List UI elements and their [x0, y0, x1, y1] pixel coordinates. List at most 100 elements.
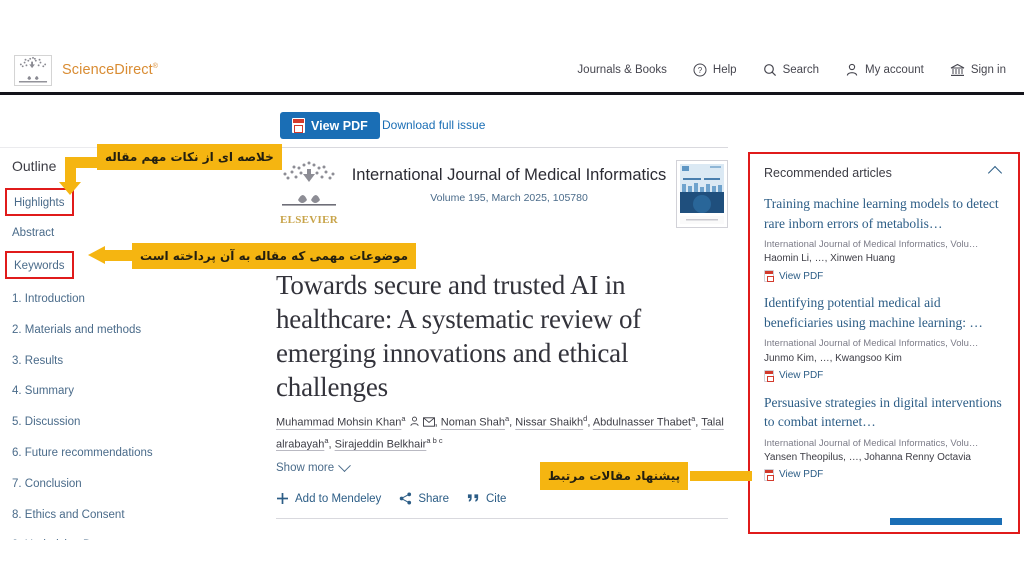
nav-search-label: Search: [782, 64, 820, 76]
recommended-article-source: International Journal of Medical Informa…: [764, 239, 979, 251]
sidebar-item-discussion[interactable]: 5. Discussion: [12, 416, 80, 430]
author-affiliation-marker: a: [324, 435, 329, 445]
plus-icon: [277, 493, 288, 504]
author-email-icon[interactable]: [422, 416, 435, 427]
search-icon: [763, 64, 776, 77]
nav-journals-and-books[interactable]: Journals & Books: [577, 64, 667, 76]
author-affiliation-marker: a: [504, 414, 510, 423]
letterbox-bottom: [0, 540, 1024, 576]
author-affiliation-marker: d: [583, 414, 588, 423]
share-button[interactable]: Share: [399, 492, 449, 505]
journal-cover-image: [677, 161, 727, 227]
outline-sidebar: Outline Highlights Abstract Keywords 1. …: [5, 158, 202, 566]
recommended-view-pdf-label: View PDF: [779, 469, 824, 481]
journal-cover-thumbnail[interactable]: [676, 160, 728, 228]
nav-sign-in[interactable]: Sign in: [950, 63, 1006, 77]
outline-sections: 1. Introduction 2. Materials and methods…: [12, 289, 202, 566]
recommended-article-source: International Journal of Medical Informa…: [764, 338, 979, 350]
pdf-file-icon: [764, 468, 774, 481]
annotation-recommended-note: پیشنهاد مقالات مرتبط: [540, 462, 689, 490]
annotation-arrow-highlights-vertical: [65, 157, 76, 185]
svg-text:?: ?: [698, 66, 703, 75]
nav-journals-and-books-label: Journals & Books: [577, 64, 667, 76]
pdf-file-icon: [764, 369, 774, 382]
institution-icon: [950, 63, 965, 76]
show-more-button[interactable]: Show more: [276, 458, 352, 474]
elsevier-tree-icon: [14, 54, 52, 86]
elsevier-logo[interactable]: ELSEVIER: [276, 160, 342, 226]
journal-info: International Journal of Medical Informa…: [342, 158, 676, 204]
recommended-article-item: Identifying potential medical aid benefi…: [764, 293, 1004, 382]
author-item[interactable]: Abdulnasser Thabet: [593, 417, 691, 429]
author-item[interactable]: Muhammad Mohsin Khan: [276, 417, 401, 429]
author-name: Muhammad Mohsin Khan: [276, 416, 402, 429]
author-name: Abdulnasser Thabet: [592, 416, 692, 429]
recommended-view-pdf-link[interactable]: View PDF: [764, 369, 1004, 382]
journal-title[interactable]: International Journal of Medical Informa…: [342, 166, 676, 185]
author-item[interactable]: Sirajeddin Belkhair: [335, 438, 427, 450]
recommended-view-pdf-link[interactable]: View PDF: [764, 468, 1004, 481]
letterbox-top: [0, 0, 1024, 48]
recommended-article-title[interactable]: Persuasive strategies in digital interve…: [764, 393, 1004, 432]
annotation-arrow-keywords-head: [88, 246, 105, 264]
recommended-view-pdf-link[interactable]: View PDF: [764, 270, 1004, 283]
author-item[interactable]: Noman Shah: [441, 417, 505, 429]
author-profile-icon[interactable]: [409, 416, 420, 427]
site-header: ScienceDirect® Journals & Books ? Help S…: [0, 48, 1024, 95]
person-icon: [846, 63, 858, 76]
recommended-article-authors: Yansen Theopilus, …, Johanna Renny Octav…: [764, 451, 971, 463]
journal-volume-line[interactable]: Volume 195, March 2025, 105780: [342, 192, 676, 204]
recommended-article-item: Training machine learning models to dete…: [764, 194, 1004, 283]
caret-up-icon[interactable]: [987, 165, 1003, 181]
elsevier-tree-icon: [282, 161, 336, 206]
author-name: Sirajeddin Belkhair: [334, 438, 427, 451]
screenshot-root: ScienceDirect® Journals & Books ? Help S…: [0, 0, 1024, 576]
horizontal-scrollbar[interactable]: [890, 518, 1002, 525]
annotation-arrow-recommended-stem: [690, 471, 752, 481]
add-to-mendeley-button[interactable]: Add to Mendeley: [276, 492, 381, 505]
nav-my-account[interactable]: My account: [845, 63, 924, 77]
sidebar-item-future-recommendations[interactable]: 6. Future recommendations: [12, 447, 153, 461]
sidebar-item-summary[interactable]: 4. Summary: [12, 385, 74, 399]
sidebar-item-keywords[interactable]: Keywords: [14, 260, 65, 274]
divider-article-bottom: [276, 518, 728, 519]
recommended-article-authors: Haomin Li, …, Xinwen Huang: [764, 253, 896, 265]
sidebar-item-conclusion[interactable]: 7. Conclusion: [12, 478, 82, 492]
divider-article-top: [276, 147, 728, 148]
nav-help[interactable]: ? Help: [693, 63, 737, 77]
cite-button[interactable]: Cite: [467, 493, 506, 505]
annotation-highlights-note: خلاصه ای از نکات مهم مقاله: [97, 144, 282, 170]
nav-help-label: Help: [712, 64, 737, 76]
article-actions: Add to Mendeley Share Cite: [276, 492, 506, 505]
sidebar-item-ethics-and-consent[interactable]: 8. Ethics and Consent: [12, 509, 125, 523]
recommended-article-title[interactable]: Identifying potential medical aid benefi…: [764, 293, 1004, 332]
sidebar-item-highlights[interactable]: Highlights: [14, 197, 65, 211]
sciencedirect-logo[interactable]: ScienceDirect®: [14, 54, 158, 86]
nav-sign-in-label: Sign in: [970, 64, 1006, 76]
add-to-mendeley-label: Add to Mendeley: [295, 492, 382, 505]
recommended-articles-panel: Recommended articles Training machine le…: [748, 152, 1020, 534]
quote-icon: [467, 493, 479, 502]
author-item[interactable]: Nissar Shaikh: [515, 417, 583, 429]
share-label: Share: [418, 492, 449, 505]
article-title: Towards secure and trusted AI in healthc…: [276, 270, 642, 403]
recommended-article-title[interactable]: Training machine learning models to dete…: [764, 194, 1004, 233]
nav-search[interactable]: Search: [763, 63, 819, 77]
elsevier-wordmark: ELSEVIER: [279, 214, 339, 226]
sidebar-item-materials-and-methods[interactable]: 2. Materials and methods: [12, 324, 141, 338]
view-pdf-label: View PDF: [311, 118, 368, 133]
recommended-article-item: Persuasive strategies in digital interve…: [764, 393, 1004, 481]
journal-header: ELSEVIER International Journal of Medica…: [276, 158, 728, 228]
cite-label: Cite: [486, 492, 507, 505]
outline-highlight-box-keywords: Keywords: [5, 251, 74, 279]
sidebar-item-results[interactable]: 3. Results: [12, 355, 63, 369]
show-more-label: Show more: [276, 462, 335, 474]
recommended-article-authors: Junmo Kim, …, Kwangsoo Kim: [764, 352, 902, 364]
recommended-article-source: International Journal of Medical Informa…: [764, 437, 979, 449]
nav-my-account-label: My account: [865, 64, 924, 76]
download-full-issue-link[interactable]: Download full issue: [382, 118, 485, 132]
sidebar-item-abstract[interactable]: Abstract: [12, 227, 54, 241]
view-pdf-button[interactable]: View PDF: [280, 112, 380, 139]
sidebar-item-introduction[interactable]: 1. Introduction: [12, 293, 85, 307]
recommended-view-pdf-label: View PDF: [779, 270, 824, 282]
